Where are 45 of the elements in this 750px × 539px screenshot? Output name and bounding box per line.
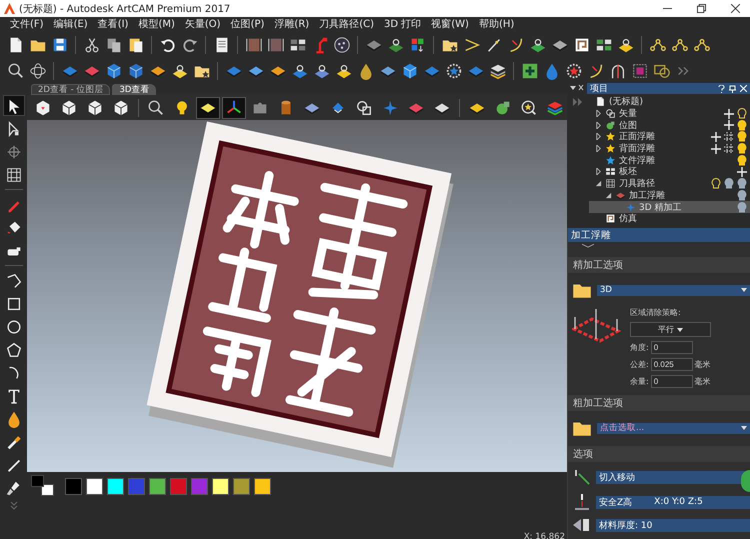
menu-item[interactable]: 3D 打印 — [384, 17, 422, 31]
panel-title: 加工浮雕 — [568, 228, 750, 242]
unit-label: 毫米 — [694, 359, 711, 370]
panel-title: 项目 — [590, 83, 609, 95]
menu-item[interactable]: 矢量(O) — [184, 17, 221, 31]
tree-root-label: (无标题) — [609, 96, 644, 108]
unit-label: 毫米 — [694, 376, 711, 387]
tree-item[interactable]: 位图 — [589, 119, 750, 132]
view-tab[interactable]: 2D查看 - 位图层 — [31, 84, 110, 95]
input-field[interactable]: 0.025 — [650, 358, 693, 371]
tree-item[interactable]: 加工浮雕 — [589, 190, 750, 202]
menu-item[interactable]: 刀具路径(C) — [319, 17, 374, 31]
tree-item[interactable]: 3D 精加工 — [589, 201, 750, 213]
strategy-label: 区域清除策略: — [630, 307, 682, 318]
field-label: 公差: — [630, 359, 649, 370]
tree-item[interactable]: 仿真 — [589, 212, 750, 225]
menu-item[interactable]: 位图(P) — [230, 17, 264, 31]
section-header: 选项 — [568, 446, 750, 462]
tree-item[interactable]: 刀具路径 — [589, 178, 750, 190]
field-label: 角度: — [630, 342, 649, 353]
field-label: 余量: — [630, 376, 649, 387]
input-field[interactable]: 0 — [650, 375, 693, 388]
tree-item[interactable]: 正面浮雕 — [589, 131, 750, 143]
menu-item[interactable]: 编辑(E) — [54, 17, 88, 31]
tree-item[interactable]: 背面浮雕 — [589, 142, 750, 154]
window-title: (无标题) - Autodesk ArtCAM Premium 2017 — [19, 2, 232, 16]
tree-item[interactable]: 矢量 — [589, 108, 750, 120]
option-bar[interactable]: 安全Z高 X:0 Y:0 Z:5 — [596, 496, 750, 508]
menu-item[interactable]: 文件(F) — [10, 17, 44, 31]
section-header: 精加工选项 — [568, 257, 750, 273]
menu-item[interactable]: 视窗(W) — [431, 17, 469, 31]
tool-select[interactable]: 3D — [597, 284, 750, 296]
menu-item[interactable]: 帮助(H) — [478, 17, 514, 31]
menu-item[interactable]: 查看(I) — [98, 17, 128, 31]
section-header: 粗加工选项 — [568, 395, 750, 411]
menu-item[interactable]: 浮雕(R) — [274, 17, 310, 31]
tool-select[interactable]: 点击选取... — [597, 422, 750, 434]
tree-item[interactable]: 板坯 — [589, 166, 750, 178]
view-tab[interactable]: 3D查看 — [112, 84, 156, 95]
tree-item[interactable]: 文件浮雕 — [589, 154, 750, 166]
menu-item[interactable]: 模型(M) — [138, 17, 175, 31]
coordinate-readout: X: 16.862 — [524, 532, 565, 539]
input-field[interactable]: 0 — [650, 341, 693, 354]
option-bar[interactable]: 材料厚度: 10 — [596, 518, 750, 532]
strategy-dropdown[interactable]: 平行 — [630, 322, 711, 337]
